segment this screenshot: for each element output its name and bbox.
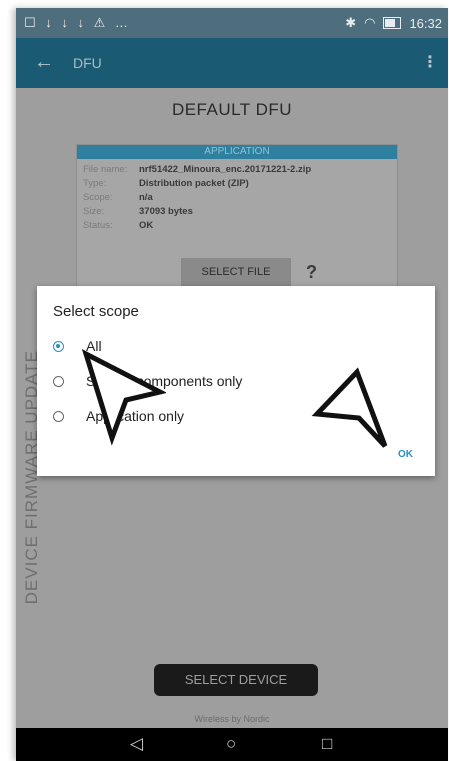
info-row-type: Type: Distribution packet (ZIP) bbox=[77, 177, 397, 191]
battery-icon bbox=[383, 17, 402, 29]
page-title: DEFAULT DFU bbox=[171, 100, 293, 119]
status-bar: ☐ ↓ ↓ ↓ ⚠ … ✱ ◠ 16:32 bbox=[16, 8, 448, 38]
wifi-icon: ◠ bbox=[364, 15, 376, 30]
application-panel-header: APPLICATION bbox=[77, 145, 397, 159]
bluetooth-icon: ✱ bbox=[345, 15, 357, 30]
info-key: Size: bbox=[83, 206, 105, 217]
nav-back-icon[interactable]: ◁ bbox=[130, 734, 143, 754]
select-file-button[interactable]: SELECT FILE bbox=[181, 258, 291, 286]
status-right: ✱ ◠ 16:32 bbox=[345, 15, 442, 31]
info-row-status: Status: OK bbox=[77, 219, 397, 233]
pointer-cursor-icon bbox=[81, 349, 166, 446]
info-key: Status: bbox=[83, 220, 113, 231]
app-title: DFU bbox=[73, 55, 102, 71]
info-key: File name: bbox=[83, 164, 128, 175]
footer-text: Wireless by Nordic bbox=[194, 714, 270, 724]
phone-screen: ☐ ↓ ↓ ↓ ⚠ … ✱ ◠ 16:32 ← DFU ⋮ DEFAULT DF… bbox=[16, 8, 448, 761]
dialog-title: Select scope bbox=[53, 303, 139, 320]
info-key: Type: bbox=[83, 178, 107, 189]
notification-icons: ☐ ↓ ↓ ↓ ⚠ … bbox=[24, 15, 131, 30]
info-row-scope: Scope: n/a bbox=[77, 191, 397, 205]
pointer-cursor-icon bbox=[311, 367, 388, 448]
radio-unchecked-icon[interactable] bbox=[53, 410, 64, 422]
info-value: OK bbox=[139, 220, 154, 231]
info-row-size: Size: 37093 bytes bbox=[77, 205, 397, 219]
info-row-file-name: File name: nrf51422_Minoura_enc.20171221… bbox=[77, 163, 397, 177]
overflow-menu-icon[interactable]: ⋮ bbox=[422, 52, 438, 72]
help-icon[interactable]: ? bbox=[306, 262, 317, 283]
info-value: nrf51422_Minoura_enc.20171221-2.zip bbox=[139, 164, 312, 175]
select-device-button[interactable]: SELECT DEVICE bbox=[154, 664, 318, 696]
nav-recents-icon[interactable]: □ bbox=[322, 734, 332, 754]
info-value: 37093 bytes bbox=[139, 206, 193, 217]
radio-unchecked-icon[interactable] bbox=[53, 375, 64, 387]
radio-checked-icon[interactable] bbox=[53, 340, 64, 352]
nav-bar: ◁ ○ □ bbox=[16, 728, 448, 761]
info-key: Scope: bbox=[83, 192, 113, 203]
app-bar: ← DFU ⋮ bbox=[16, 38, 448, 88]
arrow-back-icon[interactable]: ← bbox=[34, 51, 54, 74]
ok-button[interactable]: OK bbox=[398, 449, 413, 460]
clock: 16:32 bbox=[409, 15, 442, 31]
info-value: Distribution packet (ZIP) bbox=[139, 178, 249, 189]
info-value: n/a bbox=[139, 192, 153, 203]
nav-home-icon[interactable]: ○ bbox=[226, 734, 236, 754]
